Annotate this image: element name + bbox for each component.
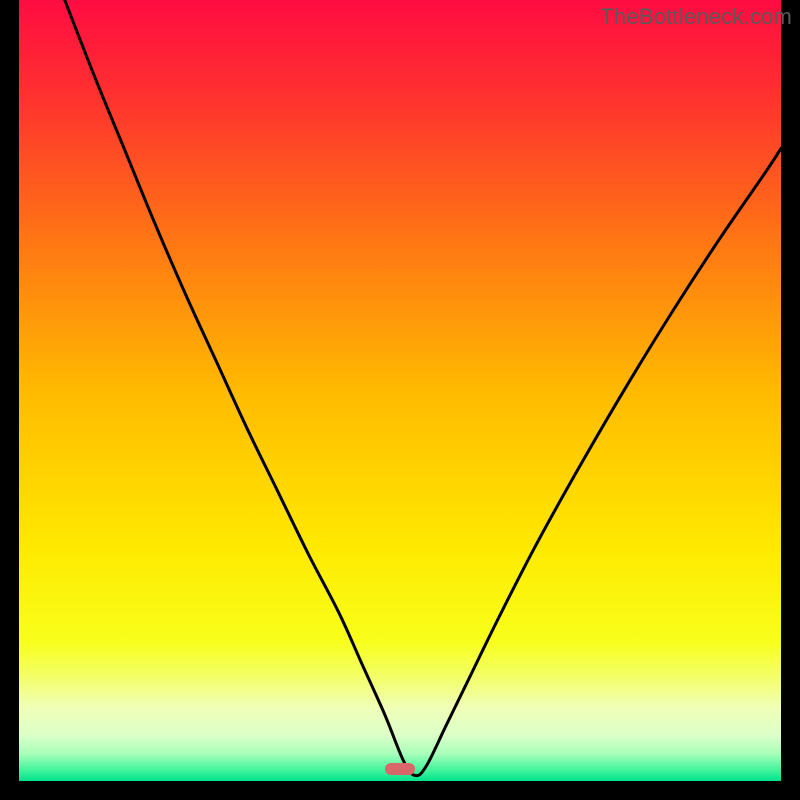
chart-frame: TheBottleneck.com	[0, 0, 800, 800]
plot-area	[19, 0, 781, 781]
bottleneck-curve	[19, 0, 781, 781]
attribution-label: TheBottleneck.com	[600, 4, 792, 30]
optimal-marker	[385, 763, 415, 775]
